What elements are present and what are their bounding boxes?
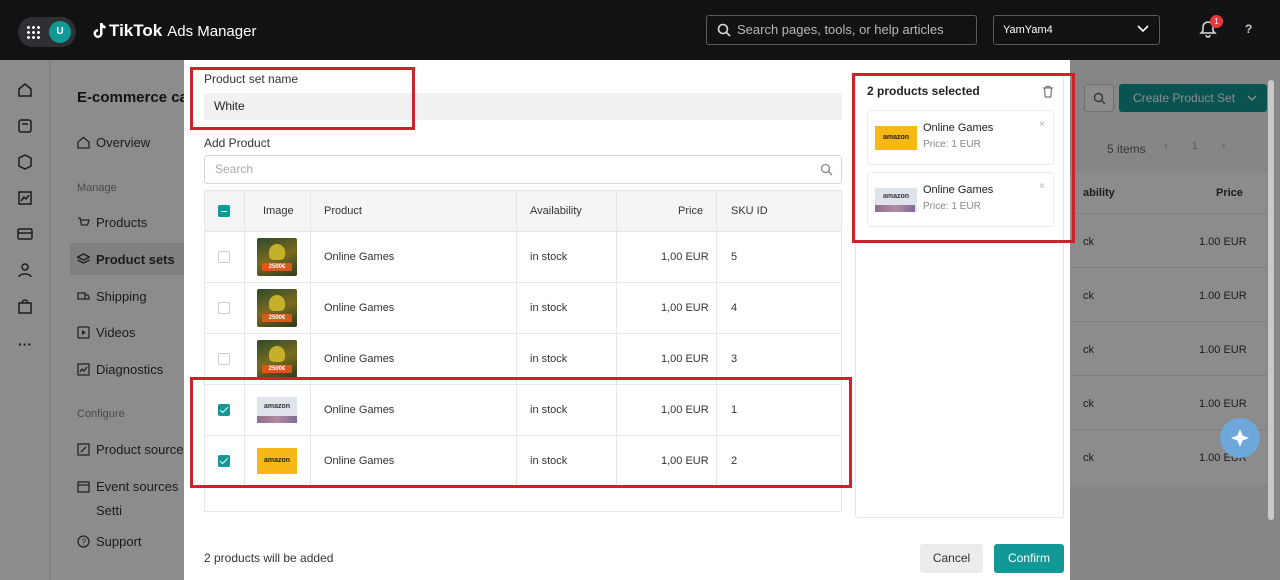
search-icon — [717, 23, 731, 37]
table-row[interactable]: 2500€ Online Games in stock 1,00 EUR 5 — [205, 232, 841, 283]
add-product-label: Add Product — [204, 136, 271, 150]
app-switcher[interactable]: U — [18, 17, 76, 47]
top-bar: U TikTok Ads Manager Search pages, tools… — [0, 0, 1280, 60]
account-name: YamYam4 — [1003, 24, 1053, 36]
price: 1,00 EUR — [661, 302, 709, 314]
sparkle-icon — [1231, 429, 1249, 447]
column-price: Price — [678, 205, 704, 217]
highlight-box-selected — [852, 73, 1075, 243]
thumbnail-art — [269, 295, 285, 311]
logo-product: Ads Manager — [167, 22, 257, 40]
search-icon — [820, 163, 833, 176]
table-header: Image Product Availability Price SKU ID — [205, 191, 841, 232]
product-thumbnail: 2500€ — [257, 238, 297, 276]
sku-id: 5 — [731, 251, 738, 263]
tiktok-logo[interactable]: TikTok Ads Manager — [92, 20, 256, 42]
product-search-placeholder: Search — [215, 162, 254, 176]
row-checkbox[interactable] — [218, 251, 230, 263]
product-name: Online Games — [324, 251, 395, 263]
column-sku: SKU ID — [731, 205, 768, 217]
product-name: Online Games — [324, 302, 395, 314]
assistant-button[interactable] — [1220, 418, 1260, 458]
availability: in stock — [530, 251, 568, 263]
avatar[interactable]: U — [49, 21, 71, 43]
chevron-down-icon — [1137, 25, 1149, 33]
product-thumbnail: 2500€ — [257, 340, 297, 378]
thumbnail-art — [269, 346, 285, 362]
thumbnail-price: 2500€ — [262, 314, 292, 322]
thumbnail-price: 2500€ — [262, 263, 292, 271]
column-availability: Availability — [530, 205, 582, 217]
global-search-placeholder: Search pages, tools, or help articles — [737, 22, 944, 37]
select-all-checkbox[interactable] — [218, 205, 230, 217]
row-checkbox[interactable] — [218, 302, 230, 314]
page-scrollbar[interactable] — [1268, 80, 1274, 520]
logo-brand: TikTok — [109, 21, 163, 40]
tiktok-note-icon — [93, 23, 106, 38]
notification-badge: 1 — [1210, 15, 1223, 28]
confirm-button[interactable]: Confirm — [994, 544, 1064, 573]
grid-icon — [26, 25, 40, 39]
highlight-box-name — [190, 67, 415, 130]
thumbnail-art — [269, 244, 285, 260]
help-icon[interactable]: ? — [1245, 22, 1252, 36]
availability: in stock — [530, 302, 568, 314]
sku-id: 4 — [731, 302, 738, 314]
price: 1,00 EUR — [661, 251, 709, 263]
global-search-input[interactable]: Search pages, tools, or help articles — [706, 15, 977, 45]
column-product: Product — [324, 205, 362, 217]
product-thumbnail: 2500€ — [257, 289, 297, 327]
account-selector[interactable]: YamYam4 — [993, 15, 1160, 45]
product-search-input[interactable]: Search — [204, 155, 842, 184]
column-image: Image — [263, 205, 294, 217]
cancel-button[interactable]: Cancel — [920, 544, 983, 573]
thumbnail-price: 2500€ — [262, 365, 292, 373]
table-row[interactable]: 2500€ Online Games in stock 1,00 EUR 4 — [205, 283, 841, 334]
highlight-box-rows — [190, 377, 852, 488]
footer-summary: 2 products will be added — [204, 551, 334, 565]
row-checkbox[interactable] — [218, 353, 230, 365]
